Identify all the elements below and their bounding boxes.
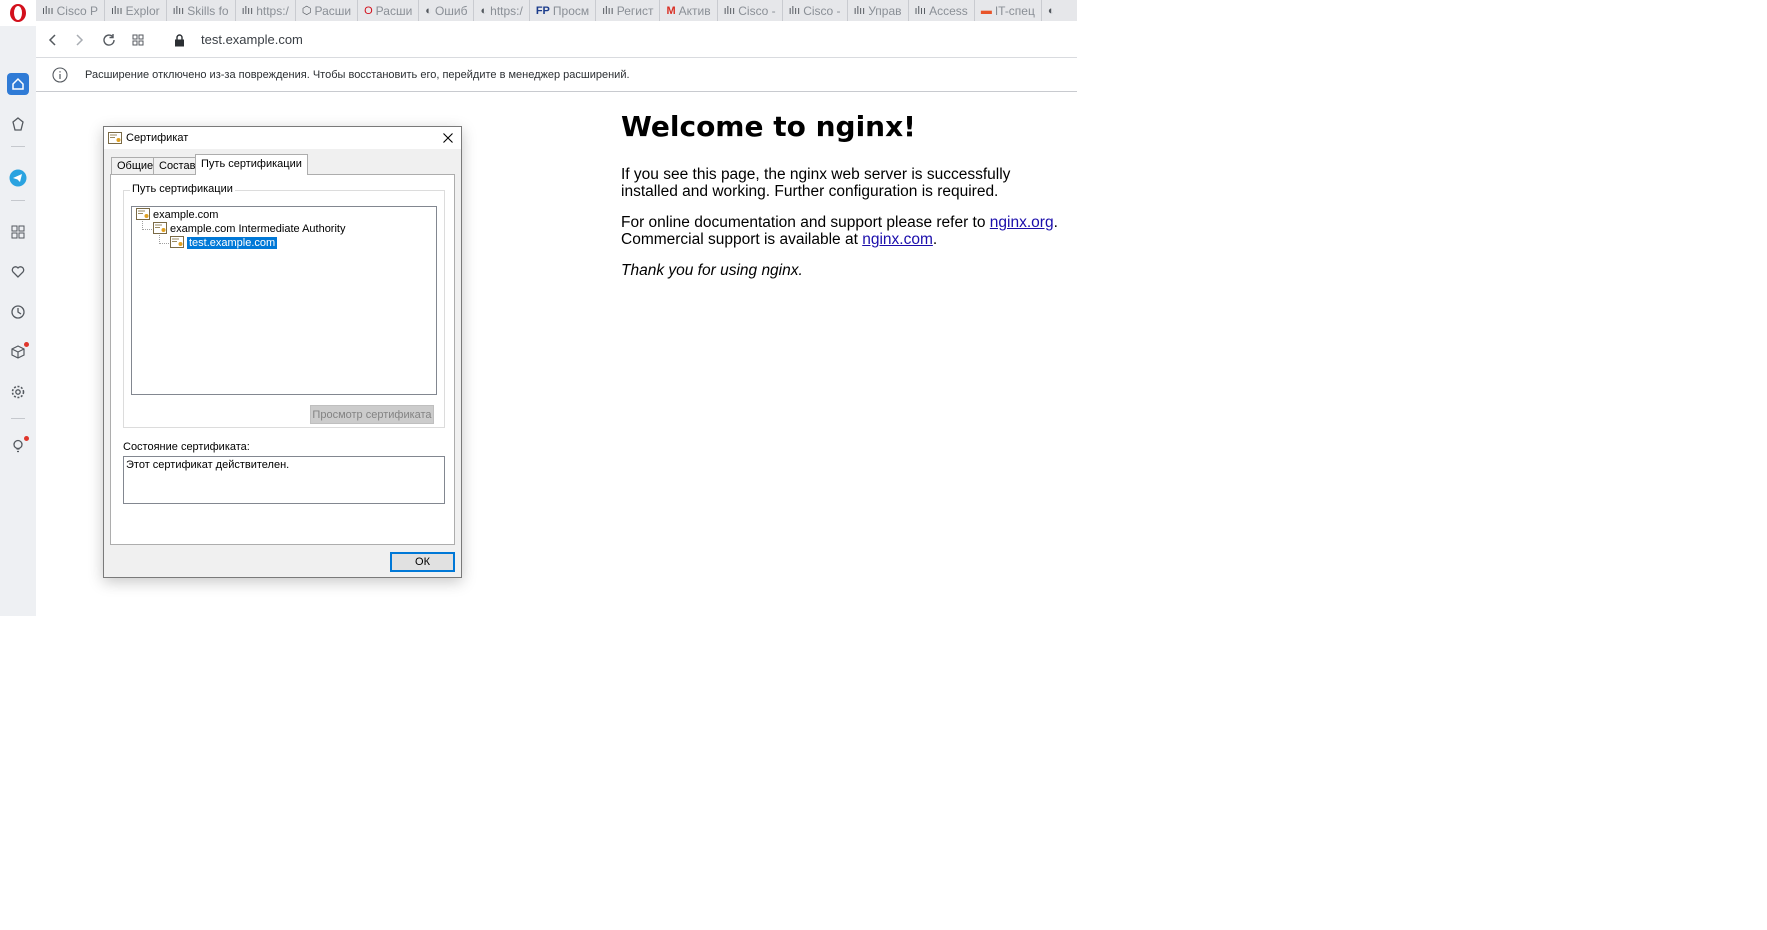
tree-node-root[interactable]: example.com <box>136 207 218 223</box>
cisco-icon: ılıı <box>914 4 927 17</box>
tree-node-leaf[interactable]: test.example.com <box>170 235 278 251</box>
nginx-com-link[interactable]: nginx.com <box>862 231 933 248</box>
tab-general[interactable]: Общие <box>111 157 160 174</box>
extension-warning-bar: Расширение отключено из-за повреждения. … <box>36 58 1077 92</box>
it-icon: ▬ <box>980 4 992 17</box>
tree-connector <box>159 243 169 244</box>
globe-icon: ◐ <box>425 4 432 17</box>
home-icon[interactable] <box>7 73 29 95</box>
browser-tab[interactable]: M Актив <box>660 0 718 21</box>
browser-tab[interactable]: O Расши <box>358 0 420 21</box>
tree-connector <box>142 229 152 230</box>
back-icon[interactable] <box>42 30 62 50</box>
browser-tab[interactable]: ⬡ Расши <box>296 0 359 21</box>
browser-tab[interactable]: ılıı https:/ <box>236 0 296 21</box>
thank-you-text: Thank you for using nginx. <box>621 262 803 279</box>
status-textbox[interactable]: Этот сертификат действителен. <box>123 456 445 504</box>
cisco-icon: ılıı <box>172 4 185 17</box>
browser-tab[interactable]: ılıı Explor <box>105 0 167 21</box>
browser-tab[interactable]: ◐ Ошиб <box>419 0 475 21</box>
tab-strip: ılıı Cisco P ılıı Explor ılıı Skills fo ılı… <box>36 0 1077 21</box>
address-bar: test.example.com <box>36 21 1077 58</box>
certificate-dialog: Сертификат Общие Состав Путь сертификаци… <box>103 126 462 578</box>
browser-tab[interactable]: ▬ IT-спец <box>975 0 1042 21</box>
cisco-icon: ılıı <box>788 4 801 17</box>
speed-dial-icon[interactable] <box>7 113 29 135</box>
browser-tab[interactable]: ılıı Access <box>909 0 975 21</box>
browser-tab[interactable]: ◐ https:/ <box>474 0 530 21</box>
gmail-icon: M <box>666 4 676 17</box>
group-label: Путь сертификации <box>130 183 235 195</box>
sidebar-divider <box>11 146 25 147</box>
browser-tab[interactable]: ılıı Управ <box>848 0 909 21</box>
globe-icon: ◐ <box>1047 4 1055 17</box>
dialog-title: Сертификат <box>126 132 189 144</box>
browser-tab[interactable]: ılıı Cisco - <box>783 0 848 21</box>
browser-tab[interactable]: ılıı Skills fo <box>167 0 236 21</box>
tree-node-intermediate[interactable]: example.com Intermediate Authority <box>153 221 345 237</box>
certificate-icon <box>136 207 150 223</box>
cisco-icon: ılıı <box>853 4 866 17</box>
tab-panel: Путь сертификации example.com example.co… <box>110 174 455 545</box>
settings-gear-icon[interactable] <box>7 381 29 403</box>
browser-tab[interactable]: ılıı Cisco P <box>36 0 105 21</box>
cisco-icon: ılıı <box>241 4 254 17</box>
opera-icon: O <box>364 4 373 17</box>
nginx-org-link[interactable]: nginx.org <box>990 214 1054 231</box>
certificate-icon <box>108 132 122 147</box>
lock-icon[interactable] <box>169 30 189 50</box>
fp-icon: FP <box>535 4 550 17</box>
globe-icon: ◐ <box>480 4 488 17</box>
cisco-icon: ılıı <box>42 4 54 17</box>
notification-dot <box>24 342 29 347</box>
certification-path-group: Путь сертификации example.com example.co… <box>123 183 445 428</box>
reload-icon[interactable] <box>99 30 119 50</box>
apps-grid-icon[interactable] <box>7 221 29 243</box>
notification-dot <box>24 436 29 441</box>
close-icon[interactable] <box>440 130 456 146</box>
status-label: Состояние сертификата: <box>123 441 250 453</box>
history-clock-icon[interactable] <box>7 301 29 323</box>
forward-icon[interactable] <box>70 30 90 50</box>
url-field[interactable]: test.example.com <box>201 32 303 47</box>
ok-button[interactable]: ОК <box>390 552 455 572</box>
info-icon <box>52 67 68 88</box>
certification-path-tree[interactable]: example.com example.com Intermediate Aut… <box>131 206 437 395</box>
page-title: Welcome to nginx! <box>621 110 916 143</box>
certificate-icon <box>153 221 167 237</box>
heart-icon[interactable] <box>7 261 29 283</box>
dialog-titlebar[interactable]: Сертификат <box>104 127 461 149</box>
sidebar <box>0 26 36 616</box>
support-paragraph: For online documentation and support ple… <box>621 214 1058 248</box>
browser-tab[interactable]: FP Просм <box>530 0 597 21</box>
extensions-cube-icon[interactable] <box>7 341 29 363</box>
cisco-icon: ılıı <box>110 4 123 17</box>
sidebar-divider <box>11 200 25 201</box>
telegram-icon[interactable] <box>7 167 29 189</box>
extension-cube-icon: ⬡ <box>301 5 312 17</box>
lightbulb-icon[interactable] <box>7 435 29 457</box>
cisco-icon: ılıı <box>602 4 614 17</box>
opera-logo-icon[interactable] <box>0 0 36 26</box>
selected-node-label: test.example.com <box>187 237 278 249</box>
tab-certification-path[interactable]: Путь сертификации <box>195 154 308 175</box>
tabs-grid-icon[interactable] <box>128 30 148 50</box>
certificate-icon <box>170 235 184 251</box>
browser-tab[interactable]: ılıı Cisco - <box>718 0 783 21</box>
intro-paragraph: If you see this page, the nginx web serv… <box>621 166 1011 200</box>
extension-warning-text: Расширение отключено из-за повреждения. … <box>85 69 630 81</box>
sidebar-divider <box>11 418 25 419</box>
browser-tab[interactable]: ılıı Регист <box>596 0 661 21</box>
browser-tab[interactable]: ◐ <box>1042 0 1064 21</box>
cisco-icon: ılıı <box>723 4 736 17</box>
view-certificate-button[interactable]: Просмотр сертификата <box>310 405 434 424</box>
